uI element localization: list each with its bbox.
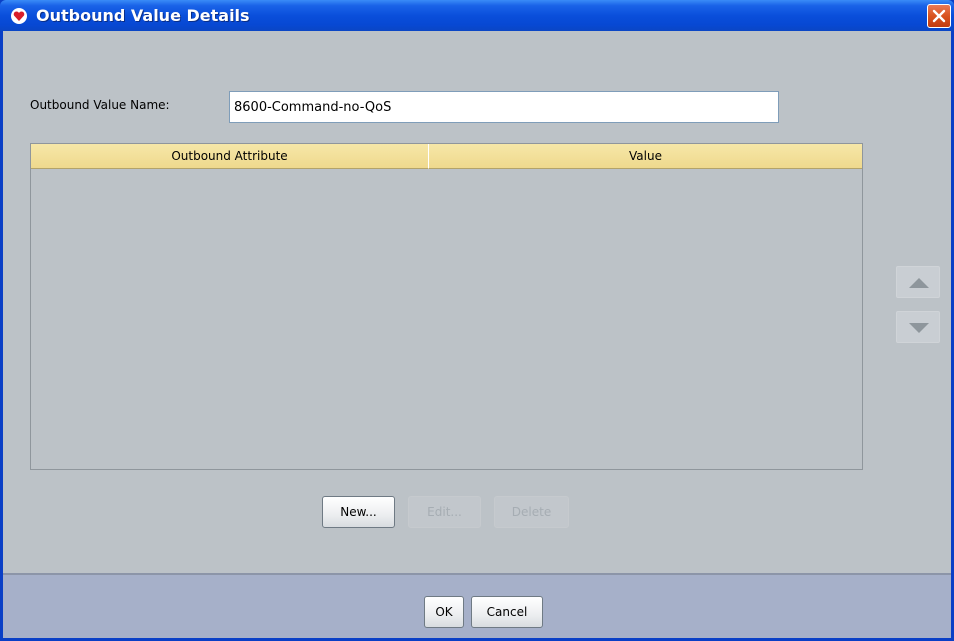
- title-bar[interactable]: Outbound Value Details: [0, 0, 954, 31]
- outbound-value-name-input[interactable]: [229, 91, 779, 123]
- outbound-attributes-table[interactable]: Outbound Attribute Value: [30, 143, 863, 470]
- delete-button[interactable]: Delete: [494, 496, 569, 528]
- ok-button[interactable]: OK: [424, 596, 464, 628]
- red-heart-app-icon: [10, 7, 28, 25]
- cancel-button[interactable]: Cancel: [471, 596, 543, 628]
- move-up-button[interactable]: [896, 266, 940, 298]
- move-up-arrow-icon: [909, 278, 929, 288]
- column-header-value[interactable]: Value: [429, 144, 862, 169]
- close-button[interactable]: [927, 4, 951, 28]
- move-down-arrow-icon: [909, 323, 929, 333]
- window-title: Outbound Value Details: [36, 6, 250, 25]
- column-header-outbound-attribute[interactable]: Outbound Attribute: [31, 144, 429, 169]
- close-icon: [932, 9, 946, 23]
- outbound-value-name-label: Outbound Value Name:: [30, 98, 170, 112]
- dialog-window: Outbound Value Details Outbound Value Na…: [0, 0, 954, 641]
- edit-button[interactable]: Edit...: [408, 496, 481, 528]
- new-button[interactable]: New...: [322, 496, 395, 528]
- move-down-button[interactable]: [896, 311, 940, 343]
